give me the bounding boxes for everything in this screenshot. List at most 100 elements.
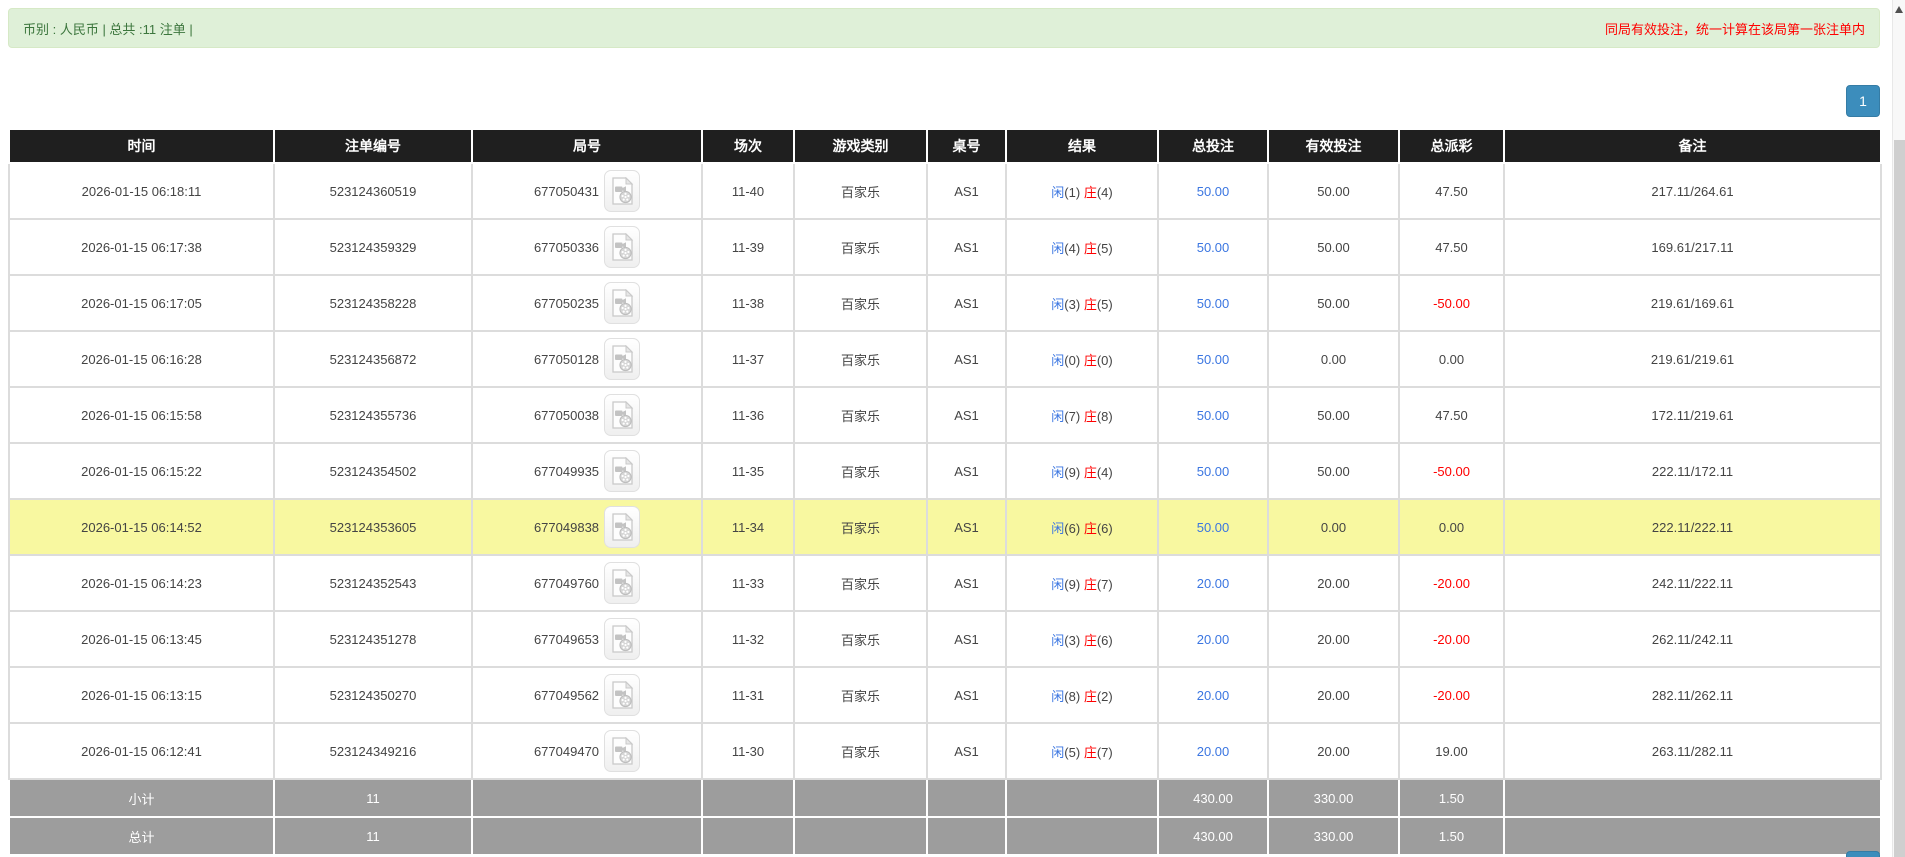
- cell-game-type: 百家乐: [793, 162, 928, 220]
- table-row: 2026-01-15 06:13:15 523124350270 677049562…: [8, 666, 1882, 724]
- cell-table-no: AS1: [926, 330, 1007, 388]
- video-replay-button[interactable]: [604, 282, 641, 324]
- cell-bet-id: 523124358228: [273, 274, 473, 332]
- video-file-icon: [611, 513, 633, 541]
- video-replay-button[interactable]: [604, 674, 641, 716]
- header-time: 时间: [8, 128, 275, 164]
- cell-result: 闲(7) 庄(8): [1005, 386, 1159, 444]
- result-banker-score: (5): [1096, 296, 1113, 312]
- header-payout: 总派彩: [1398, 128, 1505, 164]
- video-replay-button[interactable]: [604, 226, 641, 268]
- cell-remark: 262.11/242.11: [1503, 610, 1882, 668]
- total-bet-link[interactable]: 20.00: [1197, 744, 1230, 759]
- total-bet-link[interactable]: 50.00: [1197, 184, 1230, 199]
- cell-payout: -20.00: [1398, 554, 1505, 612]
- table-row: 2026-01-15 06:16:28 523124356872 677050128…: [8, 330, 1882, 388]
- video-file-icon: [611, 233, 633, 261]
- cell-bet-id: 523124356872: [273, 330, 473, 388]
- cell-total-bet: 20.00: [1157, 722, 1269, 780]
- cell-time: 2026-01-15 06:12:41: [8, 722, 275, 780]
- cell-valid-bet: 50.00: [1267, 274, 1400, 332]
- cell-bet-id: 523124355736: [273, 386, 473, 444]
- total-bet-link[interactable]: 50.00: [1197, 296, 1230, 311]
- cell-game-type: 百家乐: [793, 610, 928, 668]
- video-replay-button[interactable]: [604, 506, 641, 548]
- cell-bet-id: 523124353605: [273, 498, 473, 556]
- total-bet-link[interactable]: 50.00: [1197, 520, 1230, 535]
- cell-payout: 47.50: [1398, 386, 1505, 444]
- result-banker-label: 庄: [1083, 464, 1097, 480]
- cell-result: 闲(0) 庄(0): [1005, 330, 1159, 388]
- cell-total-bet: 50.00: [1157, 330, 1269, 388]
- cell-game-type: 百家乐: [793, 722, 928, 780]
- total-bet-link[interactable]: 50.00: [1197, 352, 1230, 367]
- cell-result: 闲(3) 庄(6): [1005, 610, 1159, 668]
- result-player-score: (6): [1064, 520, 1081, 536]
- header-row: 时间 注单编号 局号 场次 游戏类别 桌号 结果 总投注 有效投注 总派彩 备注: [8, 128, 1882, 164]
- cell-table-no: AS1: [926, 498, 1007, 556]
- cell-table-no: AS1: [926, 554, 1007, 612]
- total-bet-link[interactable]: 50.00: [1197, 408, 1230, 423]
- result-player-label: 闲: [1051, 464, 1065, 480]
- result-player-label: 闲: [1051, 576, 1065, 592]
- result-player-label: 闲: [1051, 520, 1065, 536]
- total-bet-link[interactable]: 20.00: [1197, 576, 1230, 591]
- cell-valid-bet: 50.00: [1267, 442, 1400, 500]
- scrollbar-thumb[interactable]: [1894, 140, 1905, 857]
- result-player-label: 闲: [1051, 296, 1065, 312]
- video-file-icon: [611, 401, 633, 429]
- cell-bet-id: 523124359329: [273, 218, 473, 276]
- video-replay-button[interactable]: [604, 562, 641, 604]
- total-bet-link[interactable]: 50.00: [1197, 464, 1230, 479]
- result-banker-score: (5): [1096, 240, 1113, 256]
- cell-game-type: 百家乐: [793, 666, 928, 724]
- cell-table-no: AS1: [926, 610, 1007, 668]
- page-1-button-bottom[interactable]: 1: [1846, 851, 1880, 857]
- cell-table-no: AS1: [926, 274, 1007, 332]
- result-player-score: (3): [1064, 296, 1081, 312]
- total-bet-link[interactable]: 50.00: [1197, 240, 1230, 255]
- video-replay-button[interactable]: [604, 394, 641, 436]
- table-body: 2026-01-15 06:18:11 523124360519 677050431…: [8, 162, 1882, 780]
- cell-total-bet: 50.00: [1157, 218, 1269, 276]
- round-id: 677049562: [533, 687, 600, 703]
- cell-time: 2026-01-15 06:18:11: [8, 162, 275, 220]
- round-id: 677049838: [533, 519, 600, 535]
- total-bet-link[interactable]: 20.00: [1197, 688, 1230, 703]
- result-player-label: 闲: [1051, 408, 1065, 424]
- cell-remark: 217.11/264.61: [1503, 162, 1882, 220]
- total-bet-link[interactable]: 20.00: [1197, 632, 1230, 647]
- cell-time: 2026-01-15 06:15:22: [8, 442, 275, 500]
- cell-payout: 47.50: [1398, 218, 1505, 276]
- summary-alert-bar: 币别 : 人民币 | 总共 :11 注单 | 同局有效投注，统一计算在该局第一张…: [8, 8, 1880, 48]
- video-replay-button[interactable]: [604, 730, 641, 772]
- video-file-icon: [611, 625, 633, 653]
- cell-game-type: 百家乐: [793, 386, 928, 444]
- cell-valid-bet: 0.00: [1267, 330, 1400, 388]
- cell-round: 677049470: [471, 722, 703, 780]
- summary-total-bet: 430.00: [1157, 778, 1269, 818]
- video-replay-button[interactable]: [604, 450, 641, 492]
- scroll-up-arrow-icon[interactable]: [1895, 6, 1903, 13]
- cell-valid-bet: 20.00: [1267, 666, 1400, 724]
- subtotal-row: 小计 11 430.00 330.00 1.50: [8, 778, 1882, 818]
- cell-session: 11-38: [701, 274, 795, 332]
- video-replay-button[interactable]: [604, 170, 641, 212]
- round-id: 677050431: [533, 183, 600, 199]
- video-replay-button[interactable]: [604, 338, 641, 380]
- cell-time: 2026-01-15 06:14:52: [8, 498, 275, 556]
- cell-total-bet: 50.00: [1157, 442, 1269, 500]
- video-file-icon: [611, 569, 633, 597]
- table-header: 时间 注单编号 局号 场次 游戏类别 桌号 结果 总投注 有效投注 总派彩 备注: [8, 128, 1882, 164]
- vertical-scrollbar[interactable]: [1892, 0, 1905, 857]
- page-1-button[interactable]: 1: [1846, 85, 1880, 117]
- cell-payout: -20.00: [1398, 666, 1505, 724]
- table-row: 2026-01-15 06:14:23 523124352543 677049760…: [8, 554, 1882, 612]
- cell-round: 677050431: [471, 162, 703, 220]
- cell-total-bet: 50.00: [1157, 274, 1269, 332]
- summary-count: 11: [273, 816, 473, 856]
- round-id: 677050235: [533, 295, 600, 311]
- cell-payout: -50.00: [1398, 274, 1505, 332]
- result-banker-label: 庄: [1083, 352, 1097, 368]
- video-replay-button[interactable]: [604, 618, 641, 660]
